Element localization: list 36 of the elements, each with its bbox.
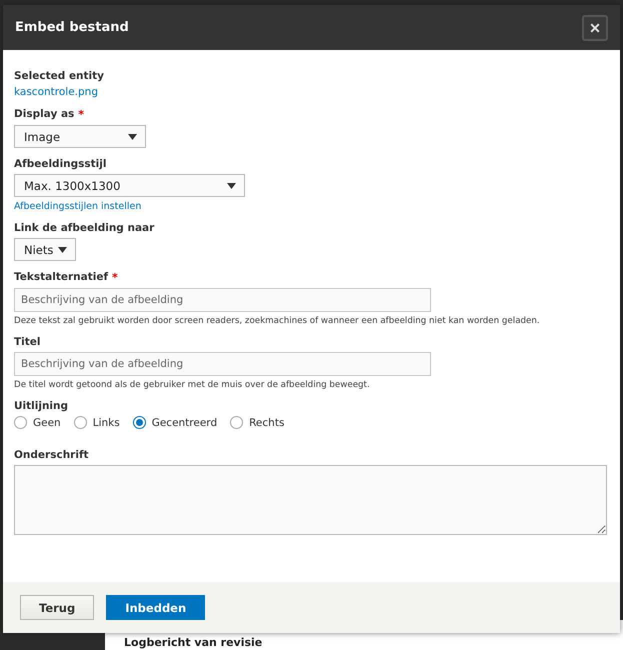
caret-icon [227, 182, 236, 188]
radio-option[interactable]: Rechts [230, 416, 284, 429]
caret-icon [58, 246, 67, 252]
settings-link[interactable]: Afbeeldingsstijlen instellen [14, 201, 609, 212]
field-label: Onderschrift [14, 449, 89, 461]
radio-icon[interactable] [74, 416, 87, 429]
select-field[interactable]: Image [14, 125, 146, 148]
required-mark: * [112, 271, 118, 284]
field-label: Afbeeldingsstijl [14, 158, 106, 170]
dialog-title: Embed bestand [15, 20, 129, 35]
radio-option[interactable]: Gecentreerd [132, 416, 218, 429]
text-field[interactable]: Beschrijving van de afbeelding [14, 352, 431, 376]
back-button[interactable]: Terug [20, 595, 94, 620]
field-label: Link de afbeelding naar [14, 222, 154, 234]
select-field[interactable]: Max. 1300x1300 [14, 174, 245, 197]
field-description: Deze tekst zal gebruikt worden door screen readers, zoekmachines of wanneer een afbeelding niet kan worden geladen. [14, 316, 541, 326]
select-field[interactable]: Niets [14, 238, 76, 261]
field-label: Tekstalternatief [14, 271, 108, 283]
section-label: Logbericht van revisie [124, 636, 262, 649]
caption-field[interactable] [14, 465, 607, 535]
field-label: Titel [14, 336, 41, 348]
field-description: De titel wordt getoond als de gebruiker met de muis over de afbeelding beweegt. [14, 380, 371, 390]
text-field[interactable]: Beschrijving van de afbeelding [14, 288, 431, 312]
field-label: Display as [14, 108, 74, 120]
radio-icon[interactable] [230, 416, 244, 429]
required-mark: * [78, 108, 84, 121]
field-label: Selected entity [14, 70, 104, 82]
field-label: Uitlijning [14, 400, 68, 412]
radio-icon[interactable] [132, 416, 146, 429]
radio-option[interactable]: Links [74, 416, 120, 429]
close-button[interactable]: × [582, 14, 608, 40]
radio-icon[interactable] [14, 416, 27, 429]
file-link[interactable]: kascontrole.png [14, 86, 609, 98]
radio-option[interactable]: Geen [14, 416, 61, 429]
caret-icon [128, 134, 137, 140]
embed-button[interactable]: Inbedden [106, 595, 206, 620]
